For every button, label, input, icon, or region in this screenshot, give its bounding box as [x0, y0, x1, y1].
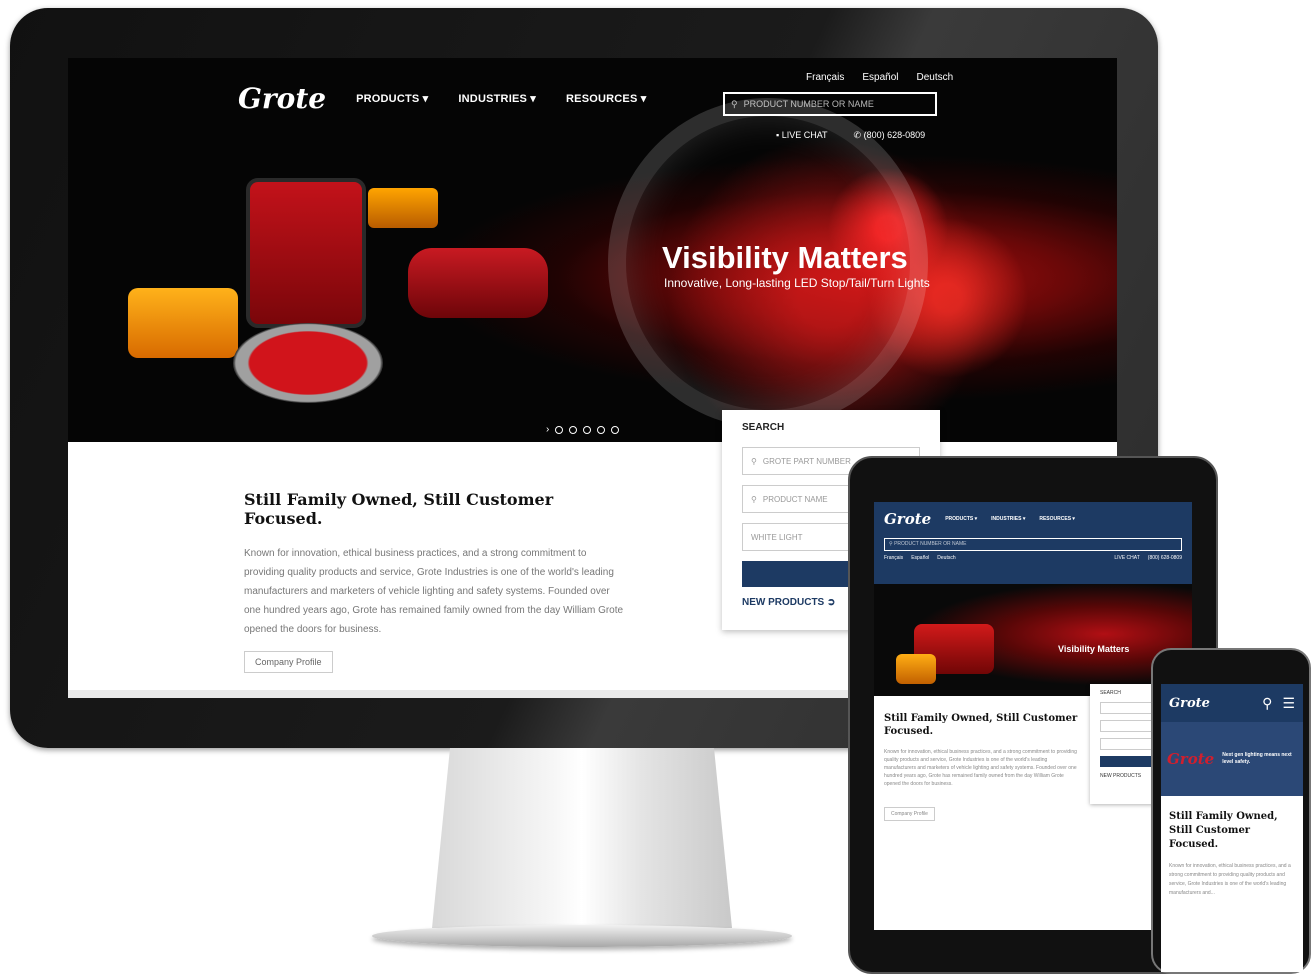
- part-number-placeholder: GROTE PART NUMBER: [762, 456, 851, 466]
- carousel-dot[interactable]: [583, 426, 592, 434]
- live-chat-label: LIVE CHAT: [781, 130, 828, 140]
- grote-logo[interactable]: Grote: [884, 510, 931, 528]
- lang-french[interactable]: Français: [806, 72, 844, 83]
- product-name-placeholder: PRODUCT NAME: [762, 494, 828, 504]
- category-select-value: WHITE LIGHT: [751, 532, 803, 542]
- live-chat-link[interactable]: LIVE CHAT: [1114, 555, 1139, 561]
- round-lamp-image: [233, 323, 383, 403]
- company-profile-button[interactable]: Company Profile: [244, 651, 333, 673]
- phone-link[interactable]: (800) 628-0809: [1148, 555, 1182, 561]
- search-icon[interactable]: ⚲: [1262, 695, 1272, 712]
- tablet-screen: Grote PRODUCTS ▾ INDUSTRIES ▾ RESOURCES …: [874, 502, 1192, 930]
- search-placeholder: PRODUCT NUMBER OR NAME: [894, 541, 967, 547]
- intro-paragraph: Known for innovation, ethical business p…: [1169, 863, 1291, 896]
- lang-german[interactable]: Deutsch: [937, 555, 955, 561]
- phone-header-icons: ⚲ ☰: [1262, 695, 1295, 712]
- menu-icon[interactable]: ☰: [1282, 695, 1295, 712]
- carousel-dot[interactable]: [555, 426, 564, 434]
- company-profile-button[interactable]: Company Profile: [884, 807, 935, 821]
- intro-paragraph: Known for innovation, ethical business p…: [244, 548, 624, 635]
- header-search-input[interactable]: ⚲ PRODUCT NUMBER OR NAME: [723, 92, 937, 116]
- language-links: Français Español Deutsch: [806, 72, 953, 83]
- hero-subheadline: Innovative, Long-lasting LED Stop/Tail/T…: [664, 276, 930, 290]
- hero-headline: Visibility Matters: [662, 240, 908, 275]
- intro-heading: Still Family Owned, Still Customer Focus…: [1169, 811, 1278, 850]
- intro-paragraph: Known for innovation, ethical business p…: [884, 749, 1077, 787]
- amber-lamp-image: [896, 654, 936, 684]
- tablet-header: Grote PRODUCTS ▾ INDUSTRIES ▾ RESOURCES …: [874, 502, 1192, 584]
- grote-logo[interactable]: Grote: [238, 82, 326, 115]
- red-lamp-image: [246, 178, 366, 328]
- arrow-circle-icon: ➲: [827, 597, 836, 608]
- search-icon: ⚲: [751, 456, 757, 466]
- lang-german[interactable]: Deutsch: [917, 72, 954, 83]
- search-icon: ⚲: [751, 494, 757, 504]
- lang-french[interactable]: Français: [884, 555, 903, 561]
- lang-spanish[interactable]: Español: [862, 72, 898, 83]
- tablet-utility-bar: Français Español Deutsch LIVE CHAT (800)…: [884, 555, 1182, 561]
- search-panel-title: SEARCH: [742, 422, 785, 433]
- grote-banner-logo: Grote: [1167, 750, 1215, 768]
- phone-intro: Still Family Owned, Still Customer Focus…: [1161, 796, 1303, 912]
- carousel-play-icon[interactable]: ›: [546, 424, 549, 435]
- tablet-intro: Still Family Owned, Still Customer Focus…: [874, 696, 1088, 837]
- banner-text: Next gen lighting means next level safet…: [1222, 752, 1292, 765]
- new-products-label: NEW PRODUCTS: [742, 597, 825, 608]
- nav-industries[interactable]: INDUSTRIES ▾: [991, 516, 1025, 522]
- carousel-dot[interactable]: [597, 426, 606, 434]
- phone-banner[interactable]: Grote Next gen lighting means next level…: [1161, 722, 1303, 796]
- lang-spanish[interactable]: Español: [911, 555, 929, 561]
- device-showcase: Grote PRODUCTS ▾ INDUSTRIES ▾ RESOURCES …: [0, 0, 1314, 974]
- tablet-hero[interactable]: Visibility Matters: [874, 584, 1192, 696]
- phone-device: Grote ⚲ ☰ Grote Next gen lighting means …: [1151, 648, 1311, 974]
- red-lamp-image: [408, 248, 548, 318]
- main-nav: Grote PRODUCTS ▾ INDUSTRIES ▾ RESOURCES …: [238, 82, 646, 115]
- monitor-base: [372, 925, 792, 947]
- hero-headline: Visibility Matters: [1058, 644, 1130, 654]
- carousel-pager: ›: [546, 424, 620, 435]
- nav-industries[interactable]: INDUSTRIES ▾: [458, 92, 536, 105]
- carousel-dot[interactable]: [569, 426, 578, 434]
- nav-resources[interactable]: RESOURCES ▾: [1039, 516, 1075, 522]
- tablet-nav: Grote PRODUCTS ▾ INDUSTRIES ▾ RESOURCES …: [884, 510, 1182, 528]
- phone-number: (800) 628-0809: [863, 130, 926, 140]
- hero-banner[interactable]: Grote PRODUCTS ▾ INDUSTRIES ▾ RESOURCES …: [68, 58, 1117, 442]
- live-chat-link[interactable]: ▪ LIVE CHAT: [776, 130, 828, 141]
- nav-products[interactable]: PRODUCTS ▾: [356, 92, 428, 105]
- tablet-search-input[interactable]: ⚲ PRODUCT NUMBER OR NAME: [884, 538, 1182, 551]
- intro-section: Still Family Owned, Still Customer Focus…: [244, 490, 624, 673]
- phone-icon: ✆: [853, 130, 864, 140]
- search-placeholder: PRODUCT NUMBER OR NAME: [743, 99, 874, 109]
- carousel-dot[interactable]: [611, 426, 620, 434]
- intro-heading: Still Family Owned, Still Customer Focus…: [884, 713, 1078, 737]
- nav-resources[interactable]: RESOURCES ▾: [566, 92, 646, 105]
- monitor-stand: [432, 748, 732, 928]
- nav-products[interactable]: PRODUCTS ▾: [945, 516, 977, 522]
- phone-header: Grote ⚲ ☰: [1161, 684, 1303, 722]
- phone-screen: Grote ⚲ ☰ Grote Next gen lighting means …: [1161, 684, 1303, 972]
- phone-link[interactable]: ✆ (800) 628-0809: [854, 130, 926, 141]
- intro-heading: Still Family Owned, Still Customer Focus…: [244, 490, 554, 528]
- amber-lamp-image: [128, 288, 238, 358]
- amber-lamp-image: [368, 188, 438, 228]
- search-icon: ⚲: [731, 98, 738, 109]
- contact-links: ▪ LIVE CHAT ✆ (800) 628-0809: [776, 130, 925, 141]
- grote-logo[interactable]: Grote: [1169, 696, 1210, 711]
